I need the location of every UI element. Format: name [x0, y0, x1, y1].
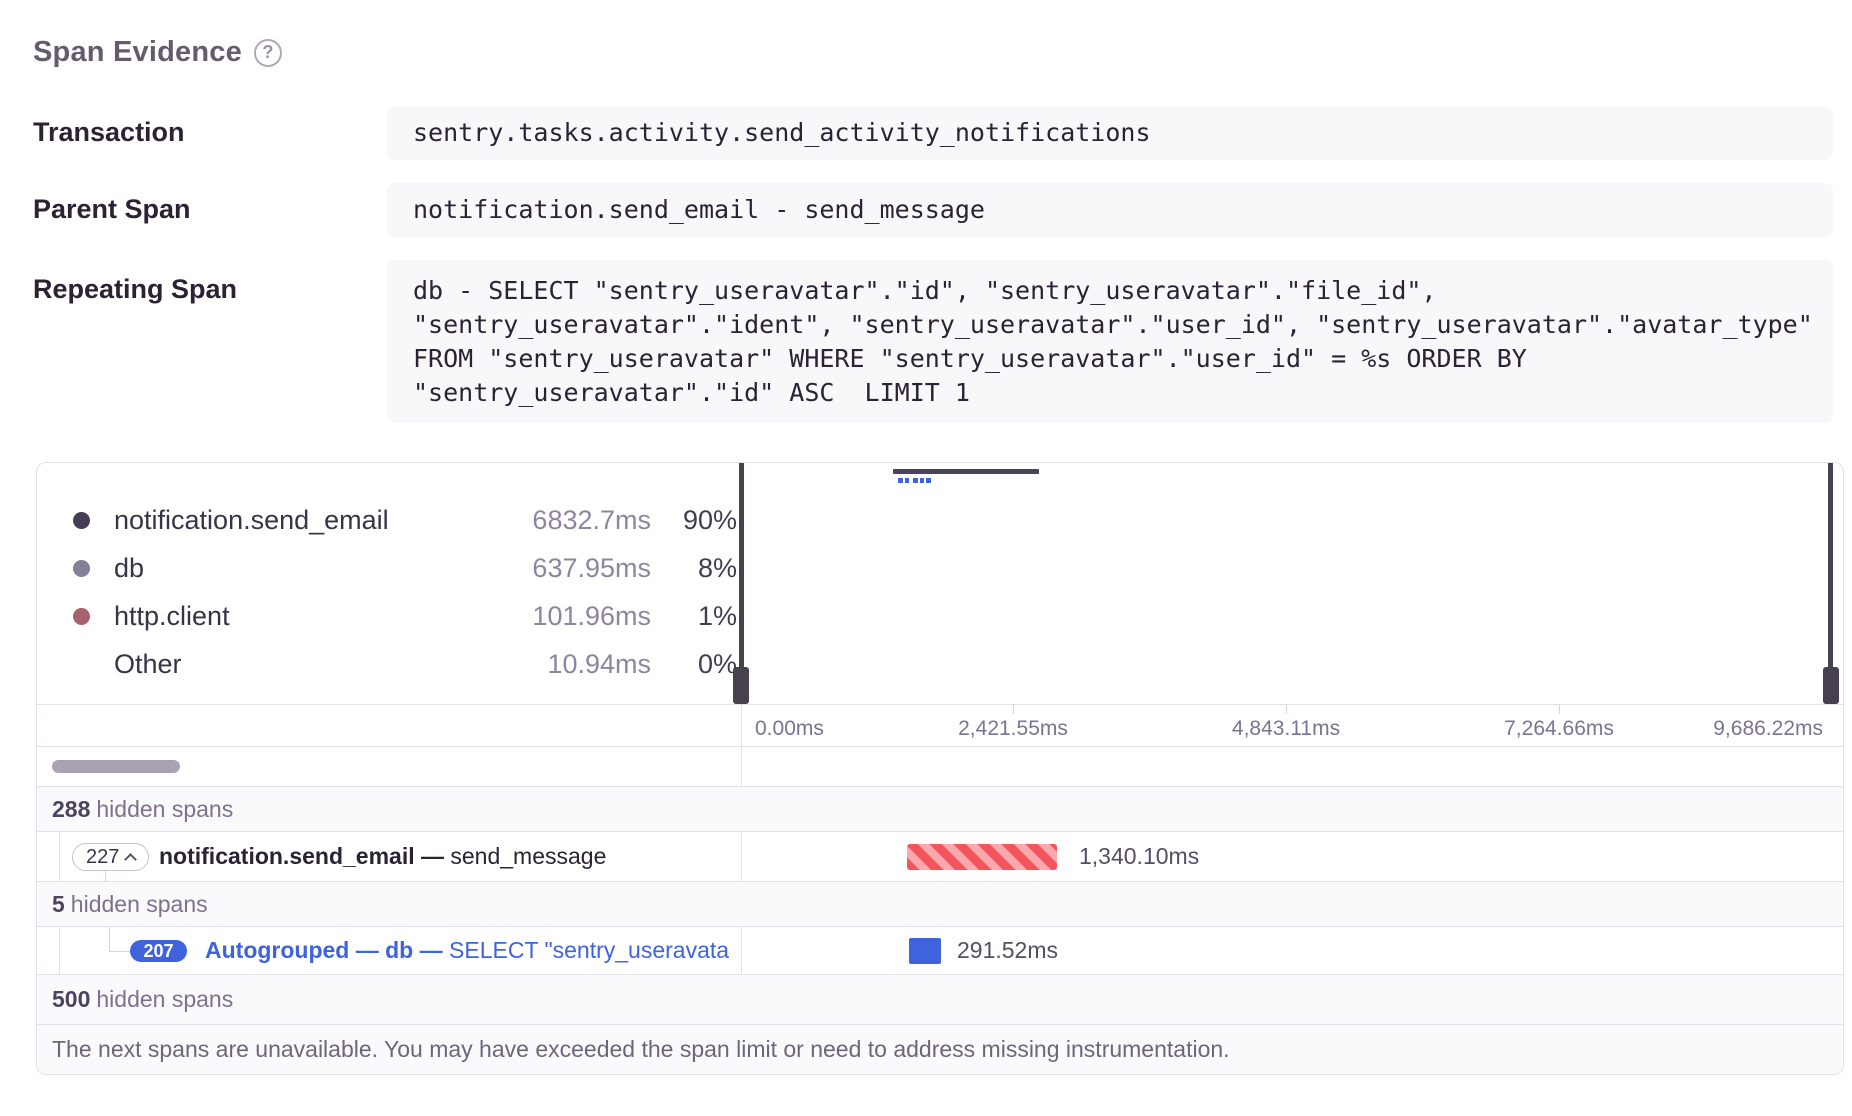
legend-row: http.client 101.96ms 1% [37, 592, 741, 640]
minimap-span-marker [898, 478, 903, 483]
hidden-count: 288 [52, 796, 90, 822]
hidden-spans-row: 5hidden spans [37, 881, 1843, 926]
legend-duration: 637.95ms [431, 553, 651, 584]
legend-duration: 101.96ms [431, 601, 651, 632]
axis-tick [1013, 705, 1014, 714]
sql-line: FROM "sentry_useravatar" WHERE "sentry_u… [413, 342, 1825, 376]
legend-row: db 637.95ms 8% [37, 544, 741, 592]
viewport-grip-left[interactable] [733, 667, 749, 704]
legend-percent: 0% [657, 649, 737, 680]
sql-line: "sentry_useravatar"."ident", "sentry_use… [413, 308, 1825, 342]
minimap-span-marker [920, 478, 924, 483]
repeating-span-label: Repeating Span [33, 274, 237, 305]
legend-percent: 90% [657, 505, 737, 536]
span-row-autogroup[interactable]: 207 Autogrouped — db — SELECT "sentry_us… [37, 926, 1843, 974]
span-op: notification.send_email — [159, 843, 444, 869]
span-count-value: 227 [86, 846, 119, 869]
hidden-label: hidden spans [96, 986, 233, 1012]
span-count-badge[interactable]: 227 [72, 843, 149, 871]
span-limit-message-row: The next spans are unavailable. You may … [37, 1024, 1843, 1074]
transaction-value: sentry.tasks.activity.send_activity_noti… [387, 106, 1833, 160]
axis-label: 0.00ms [755, 717, 824, 741]
minimap-span-bar [893, 469, 1039, 474]
autogroup-description: SELECT "sentry_useravata [449, 937, 729, 963]
time-axis: 0.00ms 2,421.55ms 4,843.11ms 7,264.66ms … [37, 704, 1843, 746]
span-tree-panel: notification.send_email 6832.7ms 90% db … [36, 462, 1844, 1075]
autogroup-title[interactable]: Autogrouped — db — SELECT "sentry_userav… [205, 937, 735, 964]
span-breakdown-section: notification.send_email 6832.7ms 90% db … [37, 463, 1843, 704]
scrollbar-thumb[interactable] [52, 760, 180, 773]
minimap-span-marker [913, 478, 918, 483]
column-divider [741, 927, 742, 974]
hidden-count: 5 [52, 891, 65, 917]
legend-op: http.client [114, 601, 230, 632]
transaction-label: Transaction [33, 117, 185, 148]
tree-connector [109, 927, 110, 951]
span-minimap[interactable] [741, 463, 1831, 704]
column-divider [741, 705, 742, 746]
tree-indent-guide [59, 927, 60, 974]
axis-label: 2,421.55ms [958, 717, 1068, 741]
page-title: Span Evidence [33, 36, 242, 69]
legend-op: notification.send_email [114, 505, 389, 536]
minimap-span-marker [926, 478, 931, 483]
help-icon[interactable]: ? [254, 39, 282, 67]
span-duration-label: 1,340.10ms [1079, 843, 1199, 870]
viewport-handle-left[interactable] [739, 463, 744, 668]
axis-label: 9,686.22ms [1713, 717, 1823, 741]
hidden-spans-text: 288hidden spans [52, 796, 233, 823]
sql-line: db - SELECT "sentry_useravatar"."id", "s… [413, 274, 1825, 308]
span-description: send_message [444, 843, 606, 869]
span-row-group[interactable]: 227 notification.send_email — send_messa… [37, 831, 1843, 881]
axis-tick [1286, 705, 1287, 714]
hidden-count: 500 [52, 986, 90, 1012]
legend-dot [73, 512, 90, 529]
hidden-spans-text: 500hidden spans [52, 986, 233, 1013]
span-duration-label: 291.52ms [957, 937, 1058, 964]
legend-dot [73, 608, 90, 625]
tree-indent-guide [59, 832, 60, 881]
viewport-handle-right[interactable] [1828, 463, 1833, 668]
span-title: notification.send_email — send_message [159, 843, 606, 870]
span-duration-bar-repeating[interactable] [907, 844, 1057, 870]
tree-connector [109, 951, 130, 952]
parent-span-label: Parent Span [33, 194, 191, 225]
minimap-span-marker [905, 478, 909, 483]
legend-op: Other [114, 649, 182, 680]
legend-percent: 8% [657, 553, 737, 584]
autogroup-op: Autogrouped — db — [205, 937, 449, 963]
tree-scrollbar-row [37, 746, 1843, 786]
axis-label: 7,264.66ms [1504, 717, 1614, 741]
hidden-label: hidden spans [96, 796, 233, 822]
sql-line: "sentry_useravatar"."id" ASC LIMIT 1 [413, 376, 1825, 410]
span-limit-message: The next spans are unavailable. You may … [52, 1036, 1230, 1063]
chevron-up-icon [125, 853, 138, 866]
legend-duration: 6832.7ms [431, 505, 651, 536]
column-divider [741, 747, 742, 786]
repeating-span-value: db - SELECT "sentry_useravatar"."id", "s… [387, 260, 1833, 423]
parent-span-value: notification.send_email - send_message [387, 183, 1833, 238]
hidden-label: hidden spans [71, 891, 208, 917]
section-header: Span Evidence ? [33, 36, 282, 69]
autogroup-count-badge[interactable]: 207 [130, 940, 187, 962]
span-evidence-screen: Span Evidence ? Transaction sentry.tasks… [0, 0, 1852, 1116]
axis-tick [1559, 705, 1560, 714]
legend-op: db [114, 553, 144, 584]
hidden-spans-row: 288hidden spans [37, 786, 1843, 831]
axis-label: 4,843.11ms [1232, 717, 1340, 741]
column-divider [741, 832, 742, 881]
legend-row: notification.send_email 6832.7ms 90% [37, 496, 741, 544]
legend-dot [73, 560, 90, 577]
legend-duration: 10.94ms [431, 649, 651, 680]
legend-percent: 1% [657, 601, 737, 632]
hidden-spans-text: 5hidden spans [52, 891, 208, 918]
viewport-grip-right[interactable] [1823, 667, 1839, 704]
span-duration-bar[interactable] [909, 938, 941, 964]
hidden-spans-row: 500hidden spans [37, 974, 1843, 1024]
legend-row: Other 10.94ms 0% [37, 640, 741, 688]
